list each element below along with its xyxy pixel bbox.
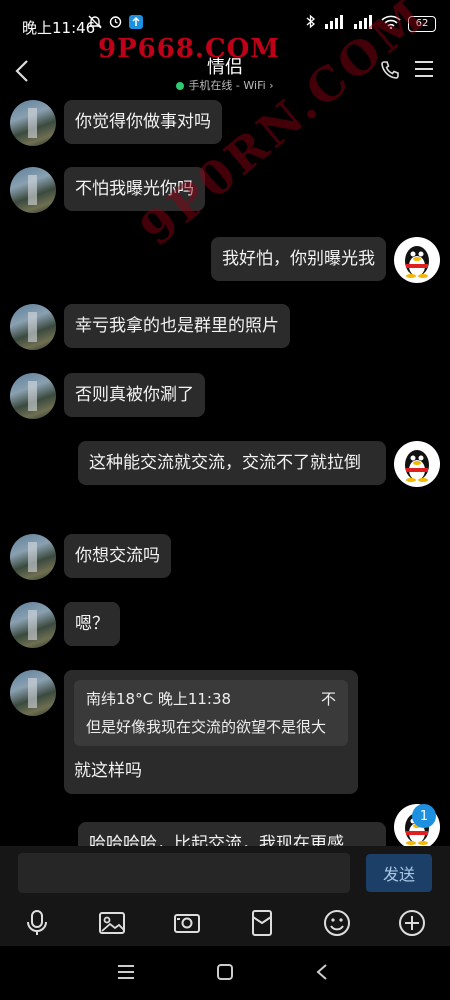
phone-icon bbox=[381, 61, 399, 79]
quote-sender: 南纬18°C bbox=[86, 690, 154, 708]
contact-avatar[interactable] bbox=[10, 373, 56, 419]
online-status-text: 手机在线 - WiFi bbox=[188, 79, 266, 92]
contact-avatar[interactable] bbox=[10, 534, 56, 580]
message-bubble[interactable]: 我好怕，你别曝光我 bbox=[211, 237, 386, 281]
plus-icon[interactable] bbox=[397, 908, 427, 938]
online-dot-icon bbox=[176, 82, 185, 90]
signal-icon-2 bbox=[352, 14, 374, 33]
message-bubble[interactable]: 不怕我曝光你吗 bbox=[64, 167, 205, 211]
quoted-message[interactable]: 南纬18°C 晚上11:38 不 但是好像我现在交流的欲望不是很大 bbox=[74, 680, 348, 746]
my-avatar-penguin-icon[interactable] bbox=[394, 237, 440, 283]
message-bubble[interactable]: 你想交流吗 bbox=[64, 534, 171, 578]
input-toolbar bbox=[0, 902, 450, 946]
message-bubble[interactable]: 你觉得你做事对吗 bbox=[64, 100, 222, 144]
menu-icon[interactable] bbox=[114, 960, 138, 984]
status-time: 晚上11:46 bbox=[22, 19, 96, 37]
contact-avatar[interactable] bbox=[10, 167, 56, 213]
bluetooth-icon bbox=[306, 14, 316, 33]
menu-button[interactable] bbox=[414, 60, 434, 82]
message-bubble[interactable]: 嗯？ bbox=[64, 602, 120, 646]
reply-bubble[interactable]: 南纬18°C 晚上11:38 不 但是好像我现在交流的欲望不是很大 就这样吗 bbox=[64, 670, 358, 794]
quote-flag: 不 bbox=[320, 690, 336, 708]
contact-avatar[interactable] bbox=[10, 100, 56, 146]
contact-avatar[interactable] bbox=[10, 670, 56, 716]
alarm-icon bbox=[108, 14, 123, 33]
message-bubble[interactable]: 这种能交流就交流，交流不了就拉倒 bbox=[78, 441, 386, 485]
my-avatar-penguin-icon[interactable] bbox=[394, 441, 440, 487]
battery-icon: 62 bbox=[408, 15, 436, 32]
message-list[interactable]: 你觉得你做事对吗 不怕我曝光你吗 我好怕，你别曝光我 幸亏我拿的也是群里的照片 … bbox=[0, 96, 450, 846]
camera-icon[interactable] bbox=[172, 908, 202, 938]
quote-text: 但是好像我现在交流的欲望不是很大 bbox=[86, 718, 327, 736]
wifi-icon bbox=[381, 14, 401, 33]
message-bubble[interactable]: 幸亏我拿的也是群里的照片 bbox=[64, 304, 290, 348]
app-notification-icon bbox=[129, 14, 143, 33]
unread-badge[interactable]: 1 bbox=[412, 804, 436, 828]
contact-avatar[interactable] bbox=[10, 602, 56, 648]
send-button[interactable]: 发送 bbox=[366, 854, 432, 892]
reply-text: 就这样吗 bbox=[74, 761, 142, 781]
red-packet-icon[interactable] bbox=[247, 908, 277, 938]
message-bubble[interactable]: 哈哈哈哈，比起交流，我现在更感 bbox=[78, 822, 386, 846]
mute-bell-icon bbox=[88, 14, 102, 33]
emoji-icon[interactable] bbox=[322, 908, 352, 938]
image-icon[interactable] bbox=[97, 908, 127, 938]
hamburger-icon bbox=[415, 61, 433, 77]
signal-icon bbox=[323, 14, 345, 33]
home-icon[interactable] bbox=[213, 960, 237, 984]
call-button[interactable] bbox=[380, 60, 400, 84]
message-bubble[interactable]: 否则真被你涮了 bbox=[64, 373, 205, 417]
contact-avatar[interactable] bbox=[10, 304, 56, 350]
chat-header: 情侣 手机在线 - WiFi › bbox=[0, 46, 450, 96]
system-nav-bar bbox=[0, 946, 450, 1000]
back-icon[interactable] bbox=[310, 960, 334, 984]
message-input[interactable] bbox=[18, 853, 350, 893]
microphone-icon[interactable] bbox=[22, 908, 52, 938]
chevron-right-icon: › bbox=[269, 79, 274, 92]
input-bar: 发送 bbox=[0, 846, 450, 902]
quote-time: 晚上11:38 bbox=[157, 690, 232, 708]
